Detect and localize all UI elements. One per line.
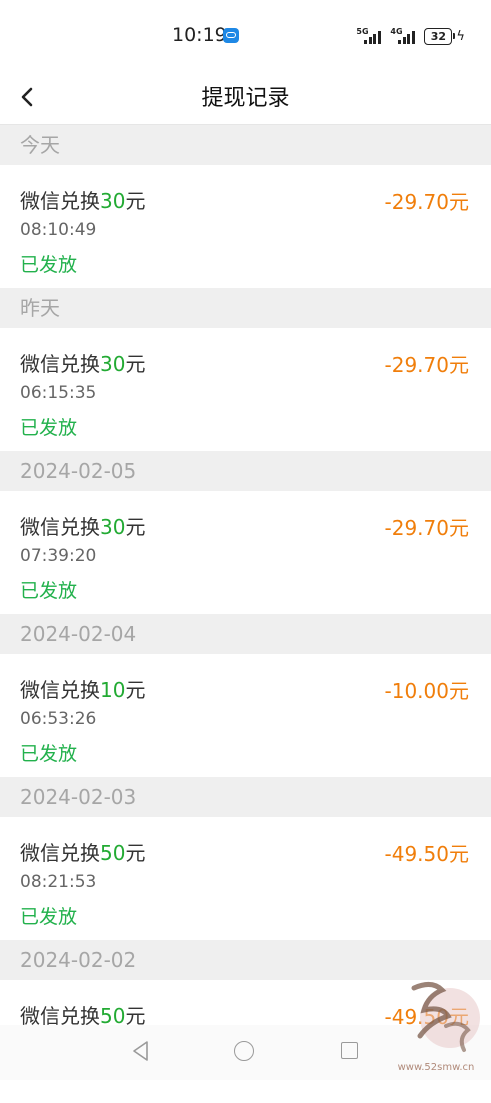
record-time: 06:53:26 bbox=[20, 709, 97, 729]
header: 提现记录 bbox=[0, 72, 491, 125]
record-status: 已发放 bbox=[20, 743, 78, 765]
record-item[interactable]: 微信兑换30元 07:39:20 已发放 -29.70元 bbox=[0, 491, 491, 614]
date-header: 昨天 bbox=[0, 288, 491, 328]
record-amount: -29.70元 bbox=[384, 353, 469, 377]
record-time: 08:10:49 bbox=[20, 220, 97, 240]
record-amount: -29.70元 bbox=[384, 516, 469, 540]
status-time: 10:19 bbox=[172, 24, 227, 46]
record-amount-num: 30 bbox=[100, 515, 126, 539]
charging-icon: ϟ bbox=[456, 28, 465, 44]
record-item[interactable]: 微信兑换30元 08:10:49 已发放 -29.70元 bbox=[0, 165, 491, 288]
record-title: 微信兑换10元 bbox=[20, 678, 146, 702]
record-amount: -29.70元 bbox=[384, 190, 469, 214]
record-amount: -49.50元 bbox=[384, 842, 469, 866]
date-header: 2024-02-03 bbox=[0, 777, 491, 817]
record-time: 08:21:53 bbox=[20, 872, 97, 892]
record-status: 已发放 bbox=[20, 254, 78, 276]
withdrawal-record-list: 今天 微信兑换30元 08:10:49 已发放 -29.70元 昨天 微信兑换3… bbox=[0, 125, 491, 1103]
message-icon bbox=[223, 28, 239, 43]
record-status: 已发放 bbox=[20, 906, 78, 928]
record-status: 已发放 bbox=[20, 417, 78, 439]
record-amount-num: 30 bbox=[100, 189, 126, 213]
record-item[interactable]: 微信兑换50元 08:21:53 已发放 -49.50元 bbox=[0, 817, 491, 940]
record-item[interactable]: 微信兑换10元 06:53:26 已发放 -10.00元 bbox=[0, 654, 491, 777]
record-title: 微信兑换30元 bbox=[20, 352, 146, 376]
status-bar: 10:19 5G 4G 32 ϟ bbox=[0, 0, 491, 72]
record-amount-num: 30 bbox=[100, 352, 126, 376]
record-item[interactable]: 微信兑换30元 06:15:35 已发放 -29.70元 bbox=[0, 328, 491, 451]
record-time: 07:39:20 bbox=[20, 546, 97, 566]
record-status: 已发放 bbox=[20, 580, 78, 602]
battery-icon: 32 bbox=[424, 27, 456, 45]
record-amount: -10.00元 bbox=[384, 679, 469, 703]
date-header: 2024-02-05 bbox=[0, 451, 491, 491]
navigation-bar bbox=[0, 1025, 491, 1080]
record-title: 微信兑换30元 bbox=[20, 515, 146, 539]
record-title: 微信兑换30元 bbox=[20, 189, 146, 213]
date-header: 2024-02-04 bbox=[0, 614, 491, 654]
record-title: 微信兑换50元 bbox=[20, 841, 146, 865]
signal-4g-icon: 4G bbox=[390, 27, 418, 45]
record-time: 06:15:35 bbox=[20, 383, 97, 403]
nav-back-icon[interactable] bbox=[131, 1040, 151, 1062]
page-title: 提现记录 bbox=[201, 86, 290, 111]
signal-5g-icon: 5G bbox=[356, 27, 384, 45]
nav-recent-icon[interactable] bbox=[341, 1042, 358, 1059]
record-amount-num: 50 bbox=[100, 841, 126, 865]
record-amount-num: 10 bbox=[100, 678, 126, 702]
status-right: 5G 4G 32 ϟ bbox=[356, 26, 465, 46]
date-header: 今天 bbox=[0, 125, 491, 165]
nav-home-icon[interactable] bbox=[234, 1041, 254, 1061]
date-header: 2024-02-02 bbox=[0, 940, 491, 980]
